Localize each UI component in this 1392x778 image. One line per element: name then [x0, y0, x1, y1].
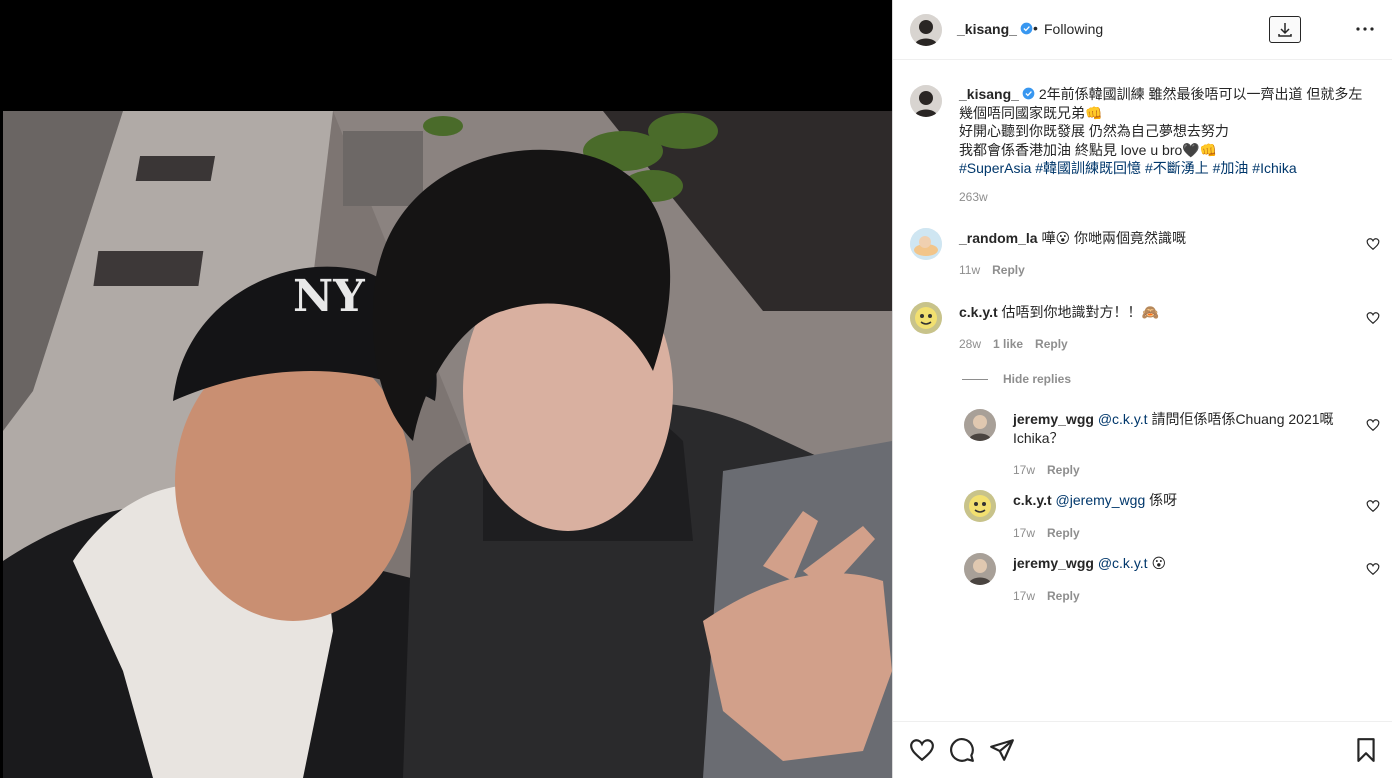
svg-text:NY: NY [293, 271, 365, 322]
reply-mention[interactable]: @c.k.y.t [1098, 555, 1148, 571]
replier-username[interactable]: jeremy_wgg [1013, 411, 1094, 427]
verified-badge-icon [1022, 87, 1035, 100]
share-icon[interactable] [989, 737, 1015, 763]
commenter-avatar[interactable] [910, 302, 942, 334]
more-options-icon [1356, 27, 1374, 31]
post-header: _kisang_ • Following [893, 0, 1392, 60]
caption-line: 2年前係韓國訓練 雖然最後唔可以一齊出道 但就多左幾個唔同國家既兄弟👊 [959, 86, 1363, 121]
caption-line: 我都會係香港加油 終點見 love u bro🖤👊 [959, 141, 1218, 158]
reply-mention[interactable]: @jeremy_wgg [1056, 492, 1146, 508]
caption-line: 好開心聽到你既發展 仍然為自己夢想去努力 [959, 123, 1229, 139]
reply-text: jeremy_wgg @c.k.y.t 😮 [1013, 555, 1167, 571]
reply-timestamp[interactable]: 17w [1013, 463, 1035, 477]
replier-avatar[interactable] [964, 553, 996, 585]
heart-icon[interactable] [1366, 237, 1380, 251]
hide-replies-line [962, 379, 988, 380]
caption-username[interactable]: _kisang_ [959, 86, 1019, 102]
comment-timestamp[interactable]: 28w [959, 337, 981, 351]
replier-username[interactable]: jeremy_wgg [1013, 555, 1094, 571]
reply-meta: 17w Reply [1013, 463, 1092, 477]
reply-timestamp[interactable]: 17w [1013, 526, 1035, 540]
commenter-avatar[interactable] [910, 228, 942, 260]
more-options-button[interactable] [1355, 19, 1375, 39]
reply-meta: 17w Reply [1013, 526, 1092, 540]
reply-mention[interactable]: @c.k.y.t [1098, 411, 1148, 427]
download-icon [1278, 22, 1292, 37]
heart-icon[interactable] [1366, 562, 1380, 576]
bookmark-icon[interactable] [1353, 737, 1379, 763]
caption-hashtags[interactable]: #SuperAsia #韓國訓練既回憶 #不斷湧上 #加油 #Ichika [959, 160, 1297, 176]
following-button[interactable]: Following [1044, 21, 1103, 37]
comment-meta: 28w 1 like Reply [959, 337, 1080, 351]
comment-text: _random_la 嘩😮 你哋兩個竟然識嘅 [959, 230, 1186, 246]
reply-button[interactable]: Reply [1047, 463, 1080, 477]
caption-avatar[interactable] [910, 85, 942, 117]
comment-timestamp[interactable]: 11w [959, 263, 980, 277]
comments-list[interactable]: _kisang_ 2年前係韓國訓練 雖然最後唔可以一齊出道 但就多左幾個唔同國家… [893, 61, 1392, 721]
replier-username[interactable]: c.k.y.t [1013, 492, 1052, 508]
reply-timestamp[interactable]: 17w [1013, 589, 1035, 603]
reply-button[interactable]: Reply [1035, 337, 1068, 351]
comment-meta: 11w Reply [959, 263, 1037, 277]
heart-icon[interactable] [1366, 499, 1380, 513]
comment-likes[interactable]: 1 like [993, 337, 1023, 351]
comment-icon[interactable] [949, 737, 975, 763]
reply-text: c.k.y.t @jeremy_wgg 係呀 [1013, 492, 1178, 508]
author-username[interactable]: _kisang_ [957, 21, 1033, 37]
replier-avatar[interactable] [964, 409, 996, 441]
author-avatar[interactable] [910, 14, 942, 46]
hide-replies-button[interactable]: Hide replies [1003, 372, 1071, 386]
heart-icon[interactable] [1366, 311, 1380, 325]
reply-button[interactable]: Reply [1047, 526, 1080, 540]
post-media: NY [3, 0, 892, 778]
heart-icon[interactable] [909, 737, 935, 763]
heart-icon[interactable] [1366, 418, 1380, 432]
replier-avatar[interactable] [964, 490, 996, 522]
post-side-panel: _kisang_ • Following _kisang_ 2年前係韓國訓練 雖… [892, 0, 1392, 778]
caption-timestamp[interactable]: 263w [959, 190, 988, 204]
reply-text: jeremy_wgg @c.k.y.t 請問佢係唔係Chuang 2021嘅Ic… [1013, 411, 1334, 446]
commenter-username[interactable]: _random_la [959, 230, 1038, 246]
comment-text: c.k.y.t 估唔到你地識對方！！🙈 [959, 304, 1159, 320]
reply-button[interactable]: Reply [992, 263, 1025, 277]
reply-button[interactable]: Reply [1047, 589, 1080, 603]
verified-badge-icon [1020, 22, 1033, 35]
caption-text: _kisang_ 2年前係韓國訓練 雖然最後唔可以一齊出道 但就多左幾個唔同國家… [959, 85, 1369, 178]
commenter-username[interactable]: c.k.y.t [959, 304, 998, 320]
post-actions [893, 721, 1392, 778]
download-button[interactable] [1269, 16, 1301, 43]
header-separator: • [1033, 20, 1038, 36]
reply-meta: 17w Reply [1013, 589, 1092, 603]
post-photo[interactable]: NY [3, 111, 892, 778]
